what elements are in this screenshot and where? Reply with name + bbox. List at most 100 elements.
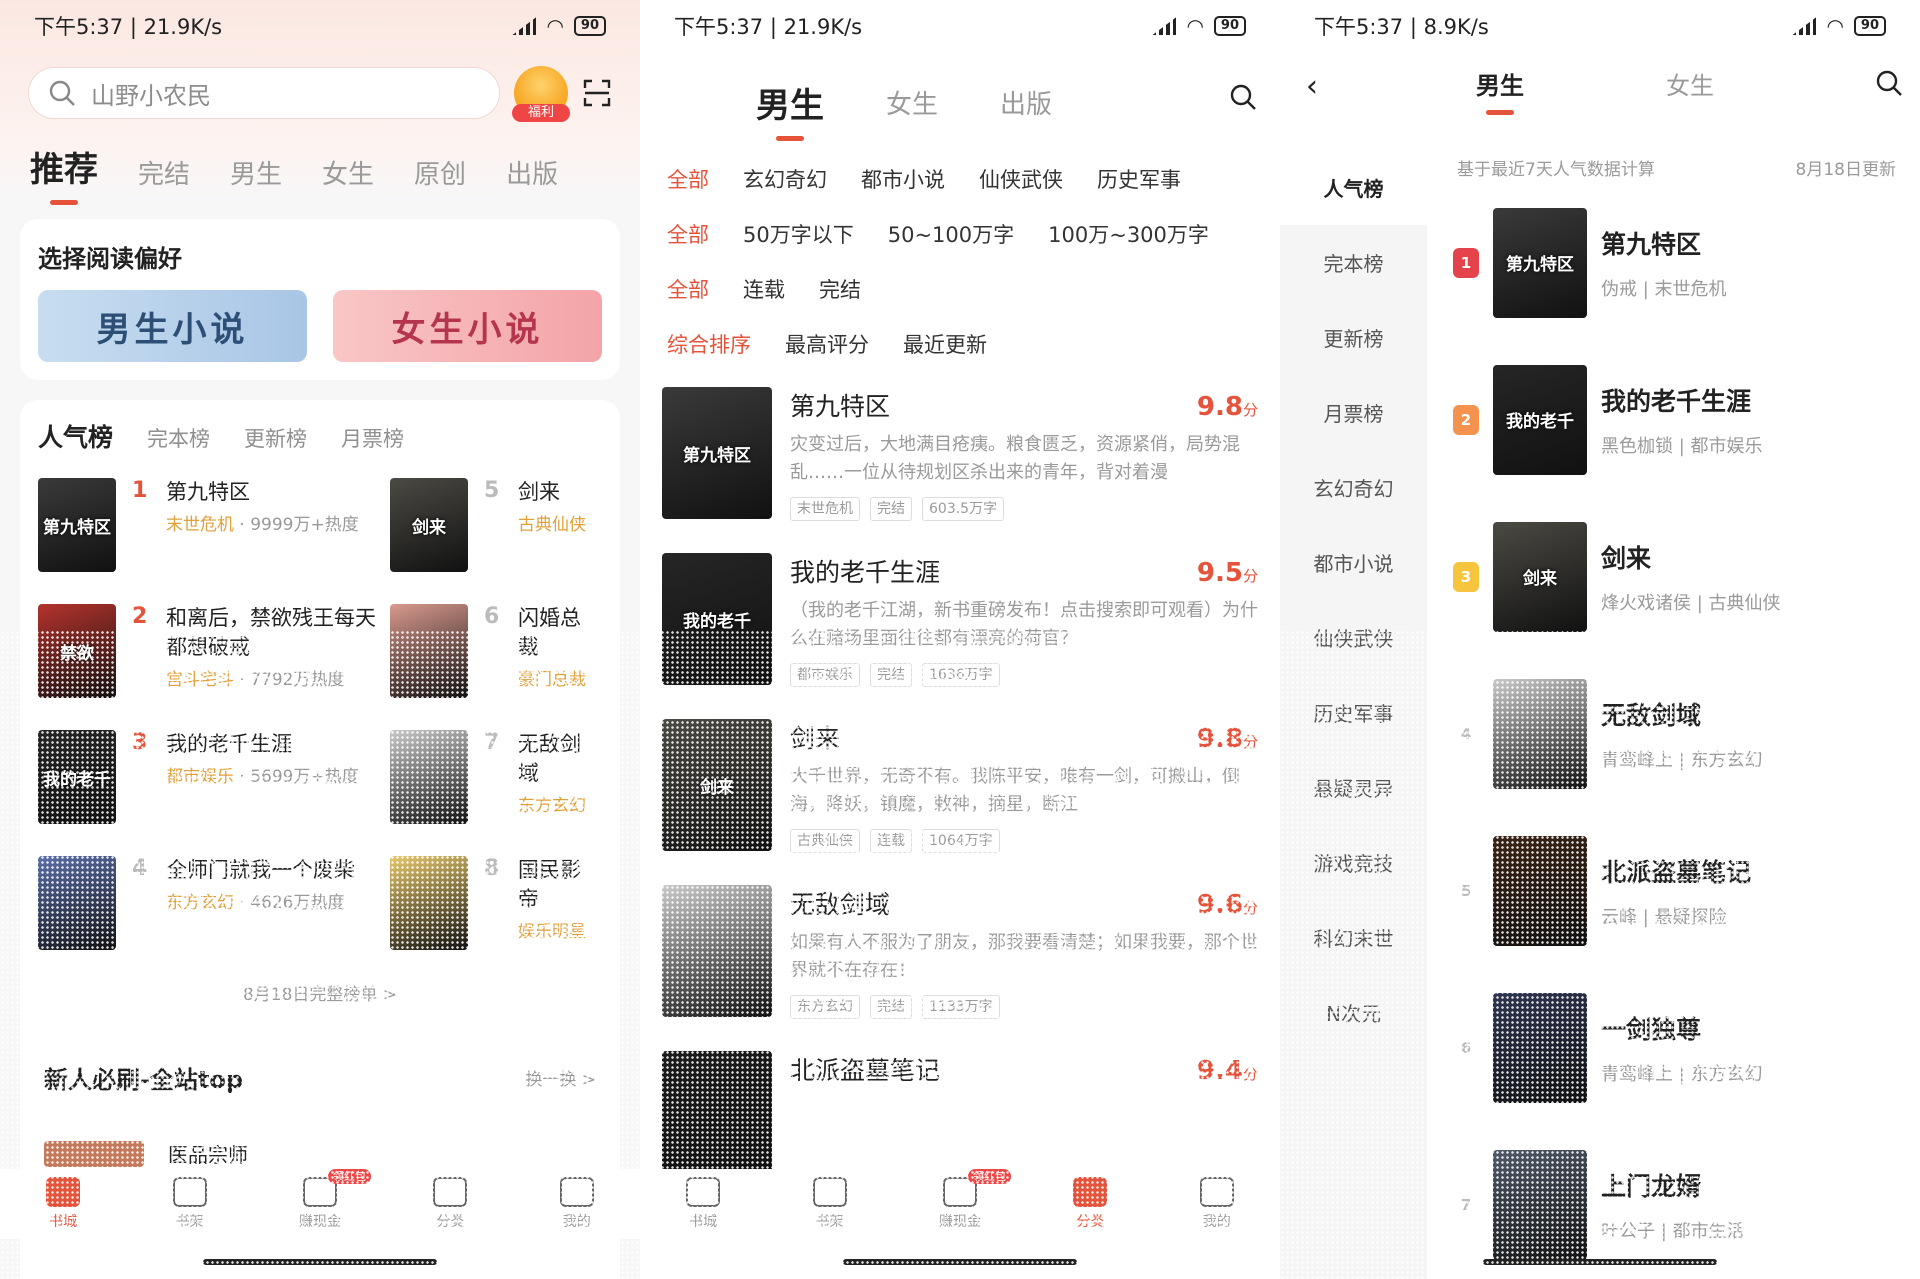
rank-item[interactable]: 2 我的老千 我的老千生涯 黑色枷锁 | 都市娱乐	[1427, 341, 1896, 498]
tab-monthly[interactable]: 月票榜	[341, 423, 404, 453]
tab-female[interactable]: 女生	[886, 84, 938, 121]
sidebar-item[interactable]: 玄幻奇幻	[1280, 450, 1427, 525]
tab-male[interactable]: 男生	[1476, 66, 1524, 101]
book-item[interactable]: 无敌剑域 9.6分 如果有人不服为了朋友，那我要看清楚；如果我要，那个世界就不在存在…	[640, 885, 1280, 1035]
signal-icon	[1152, 17, 1177, 35]
rank-item[interactable]: 5 北派盗墓笔记 云峰 | 悬疑探险	[1427, 812, 1896, 969]
tab-female[interactable]: 女生	[322, 154, 374, 191]
book-score: 9.5分	[1197, 558, 1258, 588]
book-title: 无敌剑域	[790, 890, 891, 919]
rank-item[interactable]: 7 上门龙婿 叶公子 | 都市生活	[1427, 1126, 1896, 1279]
book-cover: 剑来	[1493, 521, 1587, 632]
tab-popular[interactable]: 人气榜	[38, 418, 113, 454]
tab-updated[interactable]: 更新榜	[244, 423, 307, 453]
book-item[interactable]: 剑来 剑来 9.8分 大千世界，无奇不有。我陈平安，唯有一剑，可搬山，倒海，降妖，镇魔…	[640, 719, 1280, 869]
rank-number: 7	[484, 730, 500, 755]
sidebar-item[interactable]: 仙侠武侠	[1280, 600, 1427, 675]
nav-item-0[interactable]: 书城	[686, 1177, 721, 1231]
book-author-genre: 青鸾峰上 | 东方玄幻	[1601, 749, 1763, 771]
sidebar-item[interactable]: 科幻末世	[1280, 900, 1427, 975]
tab-finished[interactable]: 完本榜	[147, 423, 210, 453]
newbie-refresh[interactable]: 换一换 >	[525, 1065, 596, 1090]
rank-item[interactable]: 1 第九特区 第九特区 伪戒 | 末世危机	[1427, 184, 1896, 341]
book-item[interactable]: 第九特区 第九特区 9.8分 灾变过后，大地满目疮痍。粮食匮乏，资源紧俏，局势混乱………	[640, 387, 1280, 537]
filter-option[interactable]: 全部	[667, 274, 709, 304]
filter-option[interactable]: 最高评分	[785, 329, 869, 359]
filter-row: 全部 玄幻奇幻 都市小说 仙侠武侠 历史军事	[640, 151, 1280, 206]
filter-option[interactable]: 50~100万字	[888, 219, 1014, 249]
rank-item[interactable]: 4 无敌剑域 青鸾峰上 | 东方玄幻	[1427, 655, 1896, 812]
sidebar-item[interactable]: 游戏竞技	[1280, 825, 1427, 900]
back-arrow-icon[interactable]: ‹	[1306, 69, 1318, 104]
full-ranking-link[interactable]: 8月18日完整榜单 >	[38, 980, 602, 1005]
rank-updated: 8月18日更新	[1795, 159, 1896, 180]
nav-item-2[interactable]: 赚现金 领红包	[939, 1169, 1011, 1231]
rank-item[interactable]: 6 一剑独尊 青鸾峰上 | 东方玄幻	[1427, 969, 1896, 1126]
tab-male[interactable]: 男生	[230, 154, 282, 191]
cover-title-art: 第九特区	[683, 445, 751, 466]
ranking-item[interactable]: 剑来 5 剑来 古典仙侠	[390, 478, 590, 578]
nav-item-4[interactable]: 我的	[1199, 1177, 1234, 1231]
ranking-item[interactable]: 7 无敌剑域 东方玄幻	[390, 730, 590, 830]
sidebar-item[interactable]: N次元	[1280, 975, 1427, 1050]
book-description	[790, 1095, 1258, 1151]
sidebar-item[interactable]: 月票榜	[1280, 375, 1427, 450]
ranking-item[interactable]: 4 全师门就我一个废柴 东方玄幻 · 4626万热度	[38, 856, 390, 956]
book-cover	[390, 604, 468, 698]
nav-item-3[interactable]: 分类	[1073, 1177, 1108, 1231]
book-tag: 东方玄幻	[790, 995, 860, 1019]
filter-option[interactable]: 都市小说	[861, 164, 945, 194]
tab-male[interactable]: 男生	[756, 78, 824, 127]
nav-item-1[interactable]: 书架	[172, 1177, 207, 1231]
tab-publish[interactable]: 出版	[506, 154, 558, 191]
book-cover	[390, 856, 468, 950]
filter-option[interactable]: 综合排序	[667, 329, 751, 359]
ranking-item[interactable]: 8 国民影帝 娱乐明星	[390, 856, 590, 956]
ranking-item[interactable]: 禁欲 2 和离后，禁欲残王每天都想破戒 宫斗宅斗 · 7792万热度	[38, 604, 390, 704]
male-novel-button[interactable]: 男生小说	[38, 290, 307, 362]
ranking-item[interactable]: 第九特区 1 第九特区 末世危机 · 9999万+热度	[38, 478, 390, 578]
filter-option[interactable]: 全部	[667, 219, 709, 249]
filter-option[interactable]: 历史军事	[1097, 164, 1181, 194]
filter-option[interactable]: 玄幻奇幻	[743, 164, 827, 194]
filter-option[interactable]: 最近更新	[903, 329, 987, 359]
filter-option[interactable]: 完结	[819, 274, 861, 304]
book-tags: 都市娱乐 完结 1636万字	[790, 663, 1258, 687]
filter-option[interactable]: 仙侠武侠	[979, 164, 1063, 194]
tab-female[interactable]: 女生	[1666, 66, 1714, 101]
rank-item[interactable]: 3 剑来 剑来 烽火戏诸侯 | 古典仙侠	[1427, 498, 1896, 655]
welfare-gift-button[interactable]: 福利	[512, 66, 570, 122]
tab-recommend[interactable]: 推荐	[30, 142, 98, 191]
filter-option[interactable]: 连载	[743, 274, 785, 304]
book-tag: 连载	[870, 829, 912, 853]
search-icon[interactable]	[1874, 68, 1904, 98]
sidebar-item[interactable]: 悬疑灵异	[1280, 750, 1427, 825]
nav-item-1[interactable]: 书架	[812, 1177, 847, 1231]
nav-item-3[interactable]: 分类	[433, 1177, 468, 1231]
nav-badge: 领红包	[327, 1169, 371, 1184]
filter-option[interactable]: 100万~300万字	[1048, 219, 1209, 249]
sidebar-item[interactable]: 人气榜	[1280, 150, 1427, 225]
ranking-info: 全师门就我一个废柴 东方玄幻 · 4626万热度	[166, 856, 355, 956]
book-item[interactable]: 我的老千 我的老千生涯 9.5分 （我的老千江湖，新书重磅发布！点击搜索即可观看）为什…	[640, 553, 1280, 703]
sidebar-item[interactable]: 更新榜	[1280, 300, 1427, 375]
female-novel-button[interactable]: 女生小说	[333, 290, 602, 362]
heat-count: · 7792万热度	[234, 670, 345, 690]
cover-title-art: 剑来	[1523, 569, 1557, 589]
scan-icon[interactable]	[582, 78, 612, 108]
tab-completed[interactable]: 完结	[138, 154, 190, 191]
nav-item-4[interactable]: 我的	[559, 1177, 594, 1231]
ranking-item[interactable]: 6 闪婚总裁 豪门总裁	[390, 604, 590, 704]
sidebar-item[interactable]: 历史军事	[1280, 675, 1427, 750]
nav-item-0[interactable]: 书城	[46, 1177, 81, 1231]
nav-item-2[interactable]: 赚现金 领红包	[299, 1169, 371, 1231]
tab-publish[interactable]: 出版	[1000, 84, 1052, 121]
search-input[interactable]: 山野小农民	[28, 67, 500, 119]
sidebar-item[interactable]: 都市小说	[1280, 525, 1427, 600]
sidebar-item[interactable]: 完本榜	[1280, 225, 1427, 300]
ranking-item[interactable]: 我的老千 3 我的老千生涯 都市娱乐 · 5699万+热度	[38, 730, 390, 830]
filter-option[interactable]: 全部	[667, 164, 709, 194]
search-icon[interactable]	[1228, 82, 1258, 112]
filter-option[interactable]: 50万字以下	[743, 219, 854, 249]
tab-original[interactable]: 原创	[414, 154, 466, 191]
